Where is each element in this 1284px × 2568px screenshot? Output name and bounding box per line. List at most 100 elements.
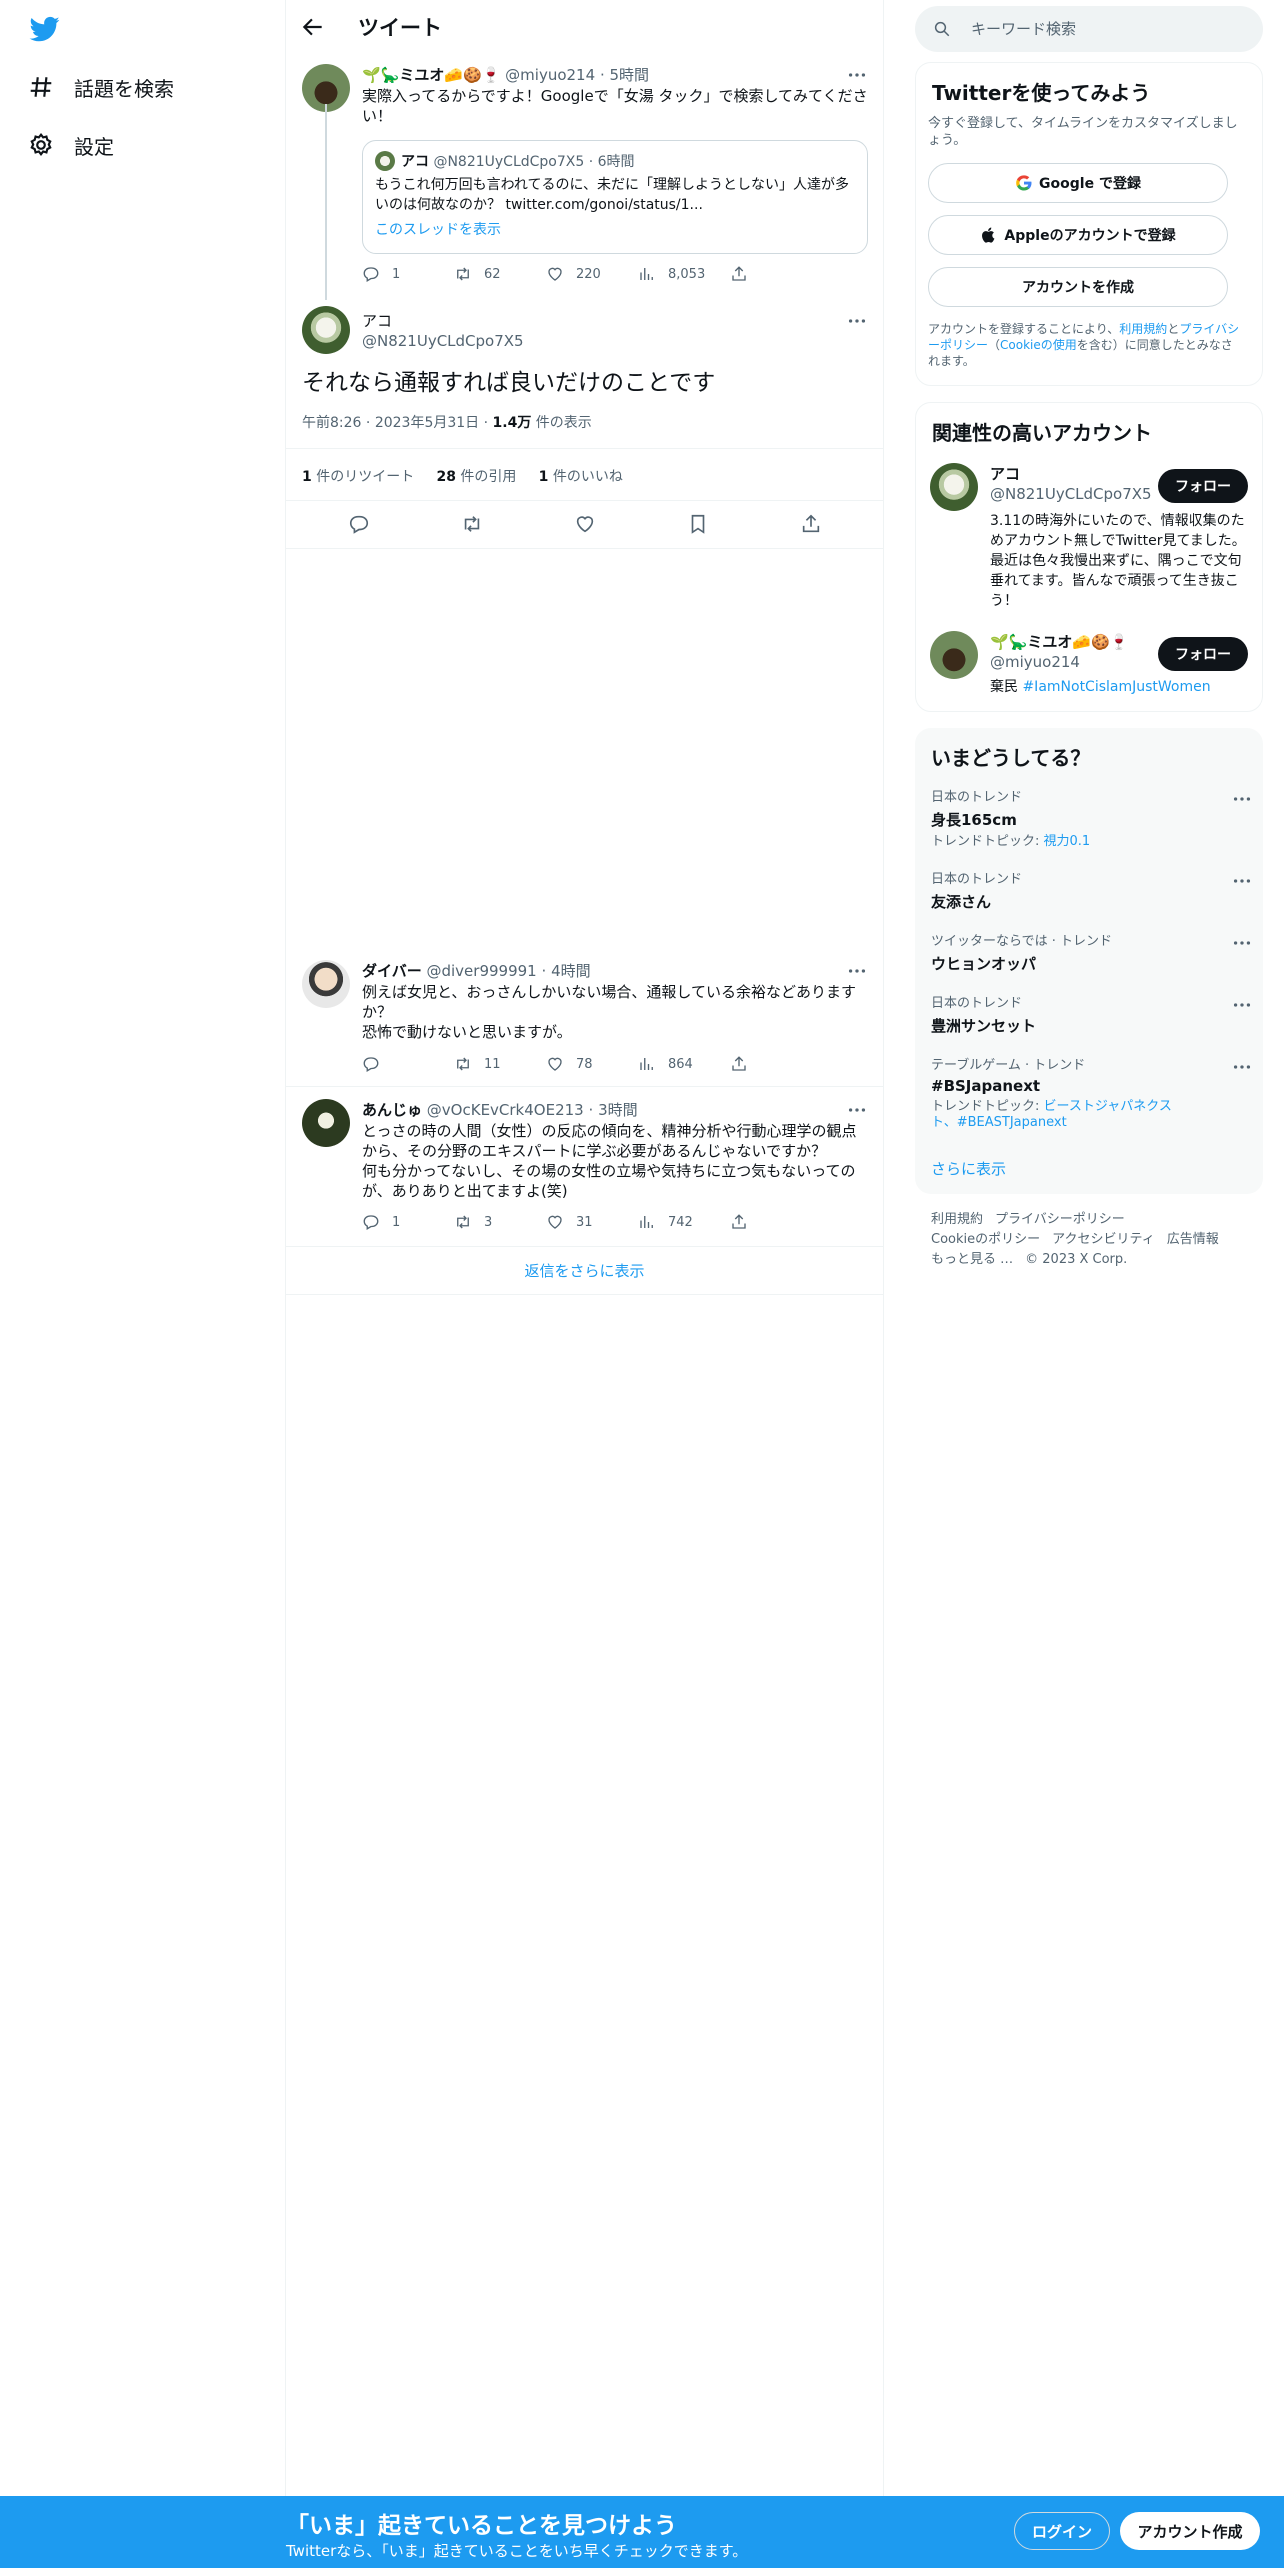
avatar[interactable] — [302, 306, 350, 354]
account-handle[interactable]: @N821UyCLdCpo7X5 — [990, 485, 1152, 503]
show-more-replies-link[interactable]: 返信をさらに表示 — [286, 1260, 883, 1281]
nav-explore[interactable]: 話題を検索 — [28, 67, 174, 107]
back-arrow-icon[interactable] — [300, 14, 326, 40]
trend-item[interactable]: 日本のトレンド 身長165cm トレンドトピック: 視力0.1 — [931, 786, 1251, 850]
tweet-time[interactable]: 午前8:26 — [302, 415, 361, 431]
signup-card-title: Twitterを使ってみよう — [932, 81, 1151, 105]
footer-more-link[interactable]: もっと見る … — [931, 1252, 1013, 1267]
trend-topic-link[interactable]: 視力0.1 — [1044, 834, 1091, 849]
share-icon[interactable] — [800, 513, 822, 535]
tweet-time[interactable]: 3時間 — [598, 1101, 638, 1119]
trend-category: 日本のトレンド — [931, 790, 1023, 805]
follow-button[interactable]: フォロー — [1158, 469, 1248, 503]
author-name[interactable]: あんじゅ — [362, 1101, 422, 1119]
hashtag-link[interactable]: #IamNotCislamJustWomen — [1022, 679, 1210, 695]
views-button[interactable]: 8,053 — [638, 265, 730, 283]
more-options-icon[interactable] — [846, 64, 868, 86]
retweet-icon[interactable] — [461, 513, 483, 535]
quotes-stat[interactable]: 28 件の引用 — [436, 469, 516, 485]
tweet-text: 実際入ってるからですよ！Googleで「女湯 タック」で検索してみてください！ — [362, 87, 868, 125]
tweet-date[interactable]: 2023年5月31日 — [375, 415, 479, 431]
more-options-icon[interactable] — [1231, 788, 1253, 810]
footer-terms-link[interactable]: 利用規約 — [931, 1212, 983, 1227]
footer-cookie-link[interactable]: Cookieのポリシー — [931, 1232, 1040, 1247]
trend-item[interactable]: 日本のトレンド 友添さん — [931, 868, 1251, 912]
author-name[interactable]: ダイバー — [362, 962, 422, 980]
views-button[interactable]: 864 — [638, 1055, 730, 1073]
retweet-button[interactable]: 11 — [454, 1055, 546, 1073]
like-button[interactable]: 31 — [546, 1213, 638, 1231]
account-name[interactable]: アコ — [990, 463, 1020, 484]
trend-item[interactable]: ツイッターならでは · トレンド ウヒョンオッパ — [931, 930, 1251, 974]
more-options-icon[interactable] — [846, 1099, 868, 1121]
more-options-icon[interactable] — [1231, 1056, 1253, 1078]
avatar[interactable] — [930, 631, 978, 679]
account-bio: 3.11の時海外にいたので、情報収集のためアカウント無しでTwitter見てまし… — [990, 513, 1246, 609]
author-name[interactable]: 🌱🦕ミユオ🧀🍪🍷 — [362, 66, 500, 84]
footer-privacy-link[interactable]: プライバシーポリシー — [995, 1212, 1125, 1227]
search-box[interactable] — [915, 6, 1263, 52]
heart-icon[interactable] — [574, 513, 596, 535]
login-button[interactable]: ログイン — [1014, 2512, 1110, 2550]
create-account-button[interactable]: アカウントを作成 — [928, 267, 1228, 307]
tweet-time[interactable]: 4時間 — [551, 962, 591, 980]
follow-button[interactable]: フォロー — [1158, 637, 1248, 671]
trends-show-more-link[interactable]: さらに表示 — [931, 1158, 1006, 1179]
google-signup-button[interactable]: Google で登録 — [928, 163, 1228, 203]
page-title: ツイート — [358, 16, 442, 40]
more-options-icon[interactable] — [1231, 870, 1253, 892]
trend-item[interactable]: 日本のトレンド 豊洲サンセット — [931, 992, 1251, 1036]
trend-item[interactable]: テーブルゲーム · トレンド #BSJapanext トレンドトピック: ビース… — [931, 1054, 1251, 1131]
trend-category: テーブルゲーム · トレンド — [931, 1058, 1086, 1073]
author-name[interactable]: アコ — [362, 310, 392, 331]
like-button[interactable]: 78 — [546, 1055, 638, 1073]
author-handle[interactable]: @vOcKEvCrk4OE213 — [427, 1101, 584, 1119]
bookmark-icon[interactable] — [687, 513, 709, 535]
views-label: 件の表示 — [535, 415, 592, 431]
twitter-logo-icon[interactable] — [28, 14, 62, 44]
apple-icon — [982, 227, 995, 243]
reply-icon — [363, 1057, 379, 1072]
share-button[interactable] — [730, 1213, 822, 1231]
views-button[interactable]: 742 — [638, 1213, 730, 1231]
search-input[interactable] — [971, 15, 1241, 43]
quoted-tweet[interactable]: アコ @N821UyCLdCpo7X5 · 6時間 もうこれ何万回も言われてるの… — [362, 140, 868, 254]
reply-icon[interactable] — [348, 513, 370, 535]
tweet-time[interactable]: 5時間 — [610, 66, 650, 84]
share-button[interactable] — [730, 265, 822, 283]
more-options-icon[interactable] — [846, 960, 868, 982]
footer-accessibility-link[interactable]: アクセシビリティ — [1052, 1232, 1155, 1247]
reply-button[interactable]: 1 — [362, 265, 454, 283]
cookie-link[interactable]: Cookieの使用 — [1000, 338, 1077, 352]
retweet-button[interactable]: 62 — [454, 265, 546, 283]
reply-icon — [363, 267, 379, 282]
reply-button[interactable]: 1 — [362, 1213, 454, 1231]
page-header: ツイート — [286, 0, 883, 53]
author-handle[interactable]: @diver999991 — [426, 962, 536, 980]
author-handle[interactable]: @miyuo214 — [505, 66, 595, 84]
retweet-icon — [457, 267, 469, 281]
retweet-button[interactable]: 3 — [454, 1213, 546, 1231]
retweets-stat[interactable]: 1 件のリツイート — [302, 469, 414, 485]
google-icon — [1016, 175, 1032, 191]
like-button[interactable]: 220 — [546, 265, 638, 283]
share-button[interactable] — [730, 1055, 822, 1073]
signup-button[interactable]: アカウント作成 — [1120, 2512, 1260, 2550]
author-handle[interactable]: @N821UyCLdCpo7X5 — [362, 332, 524, 350]
more-options-icon[interactable] — [846, 310, 868, 332]
apple-signup-button[interactable]: Appleのアカウントで登録 — [928, 215, 1228, 255]
nav-settings[interactable]: 設定 — [28, 125, 114, 165]
account-name[interactable]: 🌱🦕ミユオ🧀🍪🍷 — [990, 631, 1128, 652]
show-thread-link[interactable]: このスレッドを表示 — [375, 219, 501, 239]
reply-button[interactable] — [362, 1055, 454, 1073]
likes-stat[interactable]: 1 件のいいね — [539, 469, 623, 485]
avatar[interactable] — [930, 463, 978, 511]
avatar[interactable] — [302, 1099, 350, 1147]
more-options-icon[interactable] — [1231, 932, 1253, 954]
footer-ads-link[interactable]: 広告情報 — [1167, 1232, 1219, 1247]
terms-link[interactable]: 利用規約 — [1119, 322, 1167, 336]
more-options-icon[interactable] — [1231, 994, 1253, 1016]
related-accounts-card: 関連性の高いアカウント アコ @N821UyCLdCpo7X5 フォロー 3.1… — [915, 402, 1263, 712]
account-handle[interactable]: @miyuo214 — [990, 653, 1080, 671]
avatar[interactable] — [302, 960, 350, 1008]
